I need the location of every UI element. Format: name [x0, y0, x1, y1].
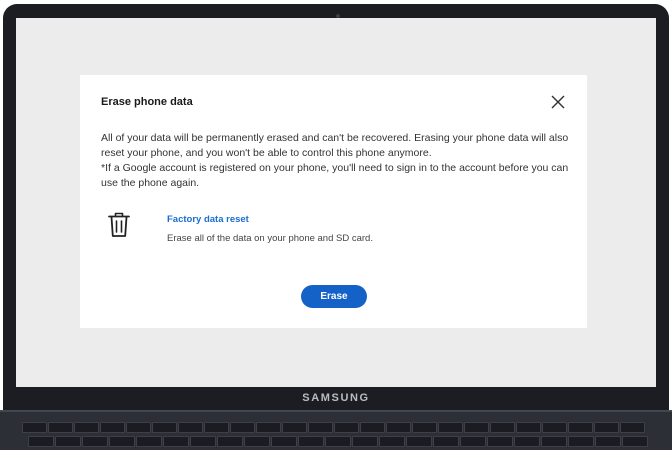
keyboard-key: [136, 436, 162, 447]
factory-data-reset-link[interactable]: Factory data reset: [167, 214, 249, 225]
keyboard-key: [594, 422, 619, 433]
keyboard-key: [74, 422, 99, 433]
keyboard-key: [334, 422, 359, 433]
keyboard-key: [48, 422, 73, 433]
keyboard-key: [542, 422, 567, 433]
brand-logo: SAMSUNG: [302, 392, 370, 404]
keyboard-key: [595, 436, 621, 447]
close-icon: [551, 95, 565, 109]
keyboard-key: [406, 436, 432, 447]
keyboard-key: [271, 436, 297, 447]
keyboard-key: [28, 436, 54, 447]
keyboard-key: [464, 422, 489, 433]
keyboard-key: [126, 422, 151, 433]
erase-phone-data-dialog: Erase phone data All of your data will b…: [80, 75, 587, 328]
keyboard-key: [433, 436, 459, 447]
keyboard-key: [82, 436, 108, 447]
google-account-note: *If a Google account is registered on yo…: [101, 162, 569, 189]
keyboard-key: [438, 422, 463, 433]
keyboard-key: [412, 422, 437, 433]
keyboard-key: [230, 422, 255, 433]
keyboard-key: [620, 422, 645, 433]
keyboard-key: [460, 436, 486, 447]
factory-data-reset-description: Erase all of the data on your phone and …: [167, 233, 373, 244]
keyboard-key: [386, 422, 411, 433]
dialog-message: All of your data will be permanently era…: [101, 131, 569, 191]
keyboard-key: [308, 422, 333, 433]
keyboard-key: [55, 436, 81, 447]
keyboard-key: [152, 422, 177, 433]
keyboard-key: [490, 422, 515, 433]
keyboard-key: [360, 422, 385, 433]
trash-icon: [108, 212, 130, 237]
keyboard-key: [190, 436, 216, 447]
keyboard-key: [298, 436, 324, 447]
keyboard-key: [282, 422, 307, 433]
keyboard-key: [217, 436, 243, 447]
keyboard: [22, 422, 650, 450]
keyboard-key: [109, 436, 135, 447]
dialog-title: Erase phone data: [101, 96, 193, 108]
keyboard-key: [541, 436, 567, 447]
keyboard-key: [178, 422, 203, 433]
keyboard-key: [516, 422, 541, 433]
keyboard-key: [514, 436, 540, 447]
keyboard-key: [568, 422, 593, 433]
keyboard-key: [487, 436, 513, 447]
keyboard-key: [100, 422, 125, 433]
keyboard-key: [163, 436, 189, 447]
keyboard-key: [379, 436, 405, 447]
keyboard-key: [325, 436, 351, 447]
keyboard-key: [352, 436, 378, 447]
close-button[interactable]: [550, 94, 566, 110]
keyboard-key: [256, 422, 281, 433]
laptop: SAMSUNG Erase phone data All of your dat…: [0, 0, 672, 450]
keyboard-key: [244, 436, 270, 447]
keyboard-key: [568, 436, 594, 447]
keyboard-key: [22, 422, 47, 433]
erase-button[interactable]: Erase: [301, 285, 367, 308]
keyboard-key: [622, 436, 648, 447]
warning-text: All of your data will be permanently era…: [101, 132, 569, 159]
keyboard-key: [204, 422, 229, 433]
